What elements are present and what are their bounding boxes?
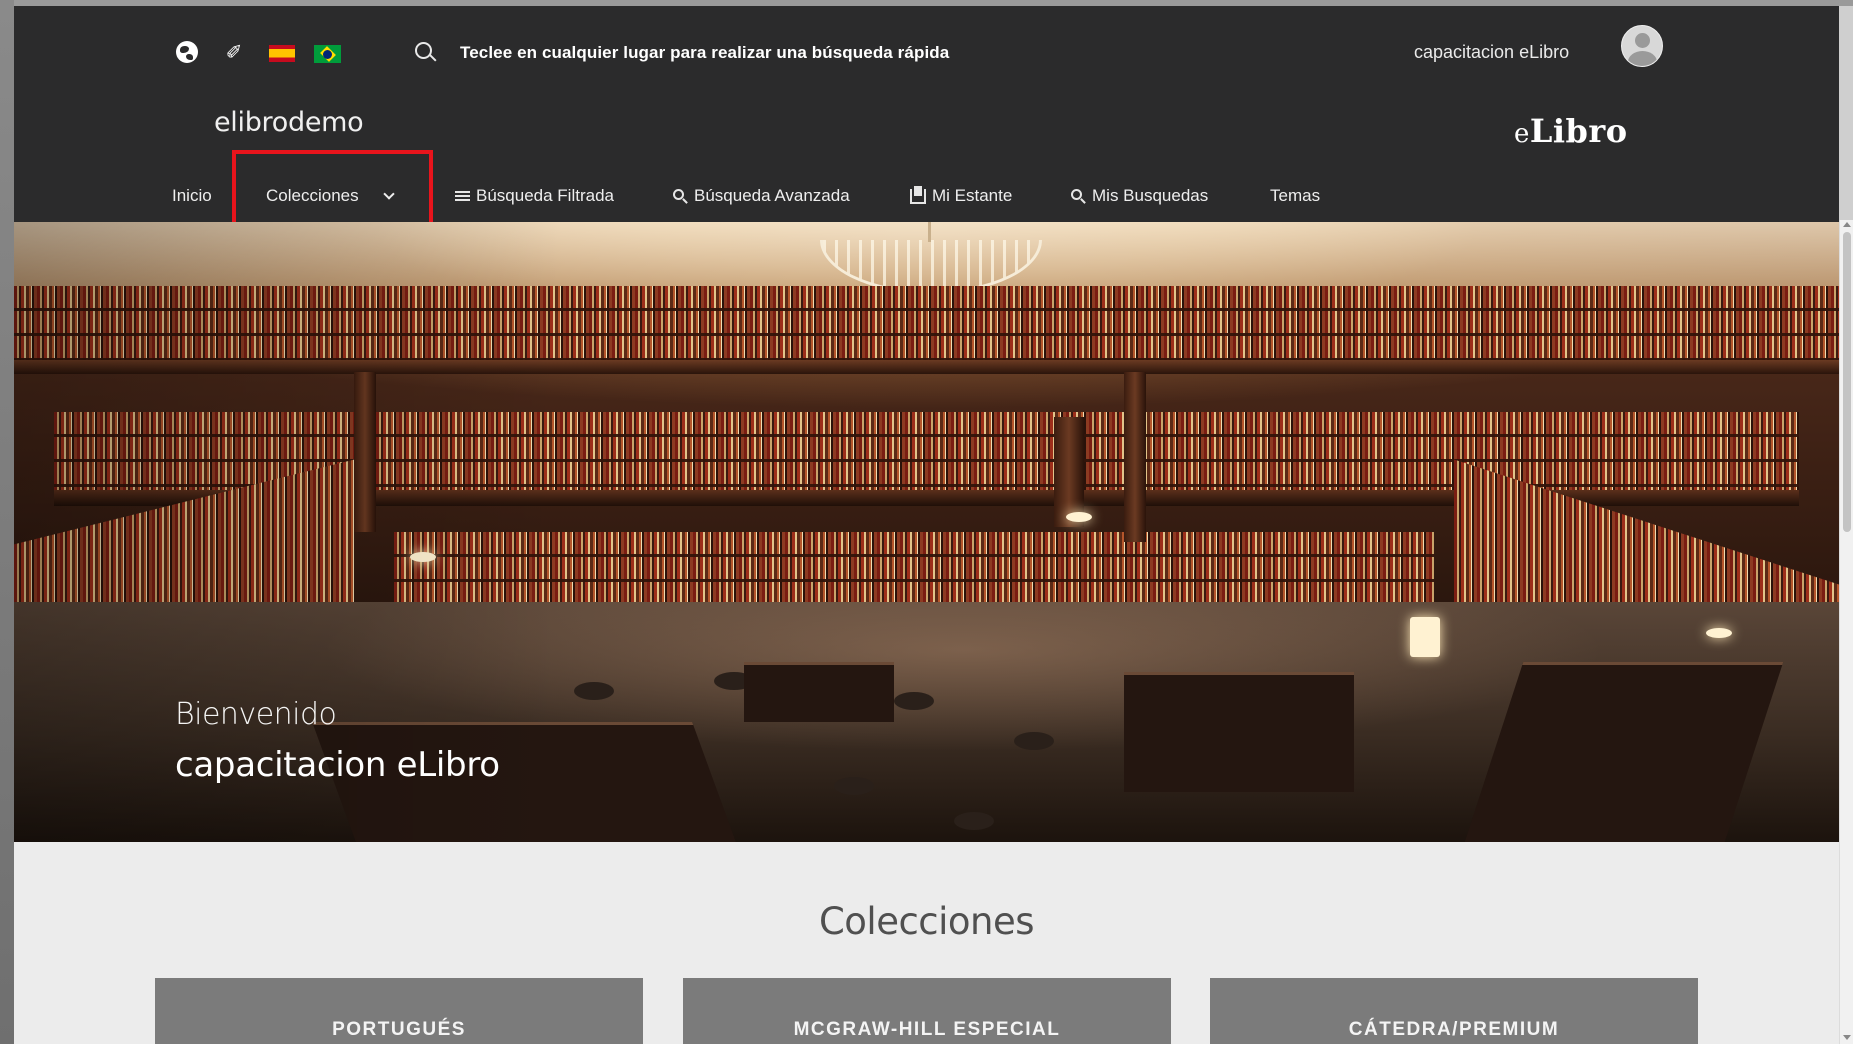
- magnifier-icon: [1071, 188, 1086, 204]
- quick-search-input[interactable]: [460, 41, 980, 65]
- user-name-link[interactable]: capacitacion eLibro: [1414, 42, 1569, 63]
- brand-rest: Libro: [1529, 112, 1628, 150]
- magnifier-icon: [673, 188, 688, 204]
- nav-label: Temas: [1270, 186, 1321, 205]
- nav-item-busqueda-avanzada[interactable]: Búsqueda Avanzada: [673, 176, 850, 216]
- scroll-up-icon[interactable]: [1843, 222, 1851, 227]
- scroll-down-icon[interactable]: [1843, 1035, 1851, 1040]
- nav-item-busqueda-filtrada[interactable]: Búsqueda Filtrada: [455, 176, 614, 216]
- app-window: ✐ capacitacion eLibro elibrodemo eLibro …: [14, 6, 1839, 1044]
- nav-item-temas[interactable]: Temas: [1270, 176, 1320, 216]
- flag-spain-icon[interactable]: [269, 45, 295, 62]
- collection-card-catedra-premium[interactable]: CÁTEDRA/PREMIUM: [1210, 978, 1698, 1044]
- globe-icon[interactable]: [176, 41, 198, 63]
- nav-label: Búsqueda Avanzada: [694, 186, 850, 205]
- welcome-text: Bienvenido: [175, 697, 337, 732]
- brand-prefix: e: [1514, 119, 1530, 149]
- nav-label: Inicio: [172, 186, 212, 205]
- search-icon[interactable]: [414, 41, 438, 65]
- collection-card-label: PORTUGUÉS: [332, 1019, 466, 1040]
- nav-item-inicio[interactable]: Inicio: [172, 176, 212, 216]
- collection-card-label: MCGRAW-HILL ESPECIAL: [793, 1019, 1061, 1040]
- nav-label: Búsqueda Filtrada: [476, 186, 614, 205]
- highlight-annotation-box: [232, 150, 433, 232]
- collection-card-label: CÁTEDRA/PREMIUM: [1348, 1019, 1560, 1040]
- top-bar: ✐ capacitacion eLibro: [14, 6, 1839, 88]
- site-header: ✐ capacitacion eLibro elibrodemo eLibro …: [14, 6, 1839, 232]
- avatar-icon[interactable]: [1621, 25, 1663, 67]
- link-icon[interactable]: ✐: [222, 40, 246, 64]
- sliders-icon: [455, 190, 470, 202]
- window-frame-left: [0, 0, 14, 1044]
- scrollbar-thumb[interactable]: [1843, 232, 1851, 532]
- bookshelf-icon: [910, 185, 926, 204]
- collections-title: Colecciones: [818, 900, 1035, 943]
- flag-brazil-icon[interactable]: [314, 45, 341, 63]
- collection-card-portugues[interactable]: PORTUGUÉS: [155, 978, 643, 1044]
- nav-item-mis-busquedas[interactable]: Mis Busquedas: [1071, 176, 1208, 216]
- nav-item-mi-estante[interactable]: Mi Estante: [910, 176, 1012, 216]
- brand-logo[interactable]: eLibro: [1514, 112, 1628, 150]
- page-scrollbar[interactable]: [1839, 220, 1853, 1044]
- welcome-user-name: capacitacion eLibro: [175, 745, 500, 785]
- nav-label: Mis Busquedas: [1092, 186, 1209, 205]
- site-name[interactable]: elibrodemo: [214, 107, 364, 138]
- nav-label: Mi Estante: [932, 186, 1013, 205]
- hero-banner: Bienvenido capacitacion eLibro: [14, 222, 1839, 842]
- collection-card-mcgraw-hill[interactable]: MCGRAW-HILL ESPECIAL: [683, 978, 1171, 1044]
